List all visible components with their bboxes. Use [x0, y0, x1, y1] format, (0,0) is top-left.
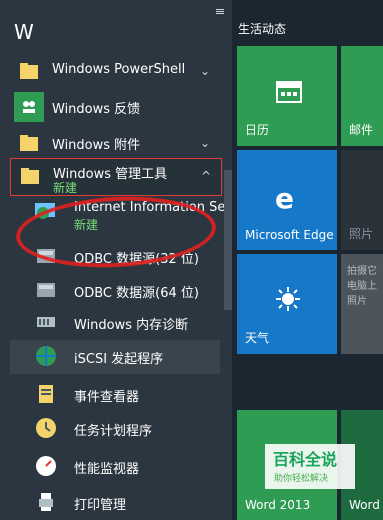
app-odbc-64[interactable]: ODBC 数据源(64 位)	[10, 274, 220, 308]
group-title: 生活动态	[238, 22, 287, 36]
app-memory-diagnostics[interactable]: Windows 内存诊断	[10, 306, 220, 340]
app-windows-powershell[interactable]: Windows PowerShell	[10, 54, 220, 88]
tile-photos[interactable]: 照片	[341, 150, 383, 250]
watermark-title: 百科全说	[273, 450, 338, 469]
printer-icon	[32, 488, 60, 516]
section-letter: W	[14, 20, 34, 44]
gauge-icon	[32, 452, 60, 480]
tile-label: 邮件	[349, 123, 374, 137]
tile-label: 日历	[245, 123, 270, 137]
edge-icon: e	[273, 182, 303, 215]
app-task-scheduler[interactable]: 任务计划程序	[10, 412, 220, 446]
folder-icon	[14, 56, 44, 86]
scrollbar-thumb[interactable]	[224, 170, 232, 310]
tile-photos-hint[interactable]: 拍摄它 电脑上 照片	[341, 254, 383, 354]
app-label: 事件查看器	[74, 390, 140, 405]
app-label: iSCSI 发起程序	[74, 352, 164, 367]
app-label: Windows 反馈	[52, 102, 141, 117]
app-label: 任务计划程序	[74, 424, 153, 439]
tile-label: Microsoft Edge	[245, 228, 334, 242]
globe-icon	[32, 342, 60, 370]
tile-label: Word 2013	[349, 498, 383, 512]
photos-hint-text: 拍摄它 电脑上 照片	[347, 266, 377, 307]
sun-icon	[275, 286, 301, 315]
app-label: Windows PowerShell	[52, 62, 186, 77]
app-performance-monitor[interactable]: 性能监视器	[10, 450, 220, 484]
tile-label: Word 2013	[245, 498, 311, 512]
app-iscsi[interactable]: iSCSI 发起程序	[10, 340, 220, 374]
tile-weather[interactable]: 天气	[237, 254, 337, 354]
people-icon	[14, 92, 44, 122]
app-label: 性能监视器	[74, 462, 140, 477]
chevron-down-icon[interactable]	[200, 136, 210, 150]
app-label: Windows 附件	[52, 138, 141, 153]
svg-text:e: e	[275, 182, 294, 212]
app-print-management[interactable]: 打印管理	[10, 486, 220, 520]
event-icon	[32, 380, 60, 408]
app-event-viewer[interactable]: 事件查看器	[10, 378, 220, 412]
memory-icon	[32, 308, 60, 336]
tile-label: 天气	[245, 331, 270, 345]
app-windows-feedback[interactable]: Windows 反馈	[10, 90, 220, 124]
calendar-icon	[275, 76, 303, 107]
chevron-down-icon[interactable]	[200, 64, 210, 78]
tile-edge[interactable]: e Microsoft Edge	[237, 150, 337, 250]
database-icon	[32, 276, 60, 304]
clock-icon	[32, 414, 60, 442]
tile-calendar[interactable]: 日历	[237, 46, 337, 146]
watermark-subtitle: 助你轻松解决	[274, 474, 329, 484]
app-label: 打印管理	[74, 498, 127, 513]
app-label: ODBC 数据源(64 位)	[74, 286, 199, 301]
folder-icon	[15, 161, 45, 191]
menu-icon[interactable]	[216, 8, 224, 16]
tile-label: 照片	[349, 227, 374, 241]
baike-watermark: 百科全说 助你轻松解决	[265, 444, 355, 489]
app-windows-accessories[interactable]: Windows 附件	[10, 126, 220, 160]
new-badge: 新建	[53, 181, 78, 195]
chevron-up-icon[interactable]	[201, 169, 211, 183]
app-label: Windows 内存诊断	[74, 318, 189, 333]
app-windows-admin-tools[interactable]: Windows 管理工具 新建	[10, 158, 222, 196]
folder-icon	[14, 128, 44, 158]
tile-mail[interactable]: 邮件	[341, 46, 383, 146]
start-menu: W Windows PowerShell Windows 反馈 Windows …	[0, 0, 383, 520]
